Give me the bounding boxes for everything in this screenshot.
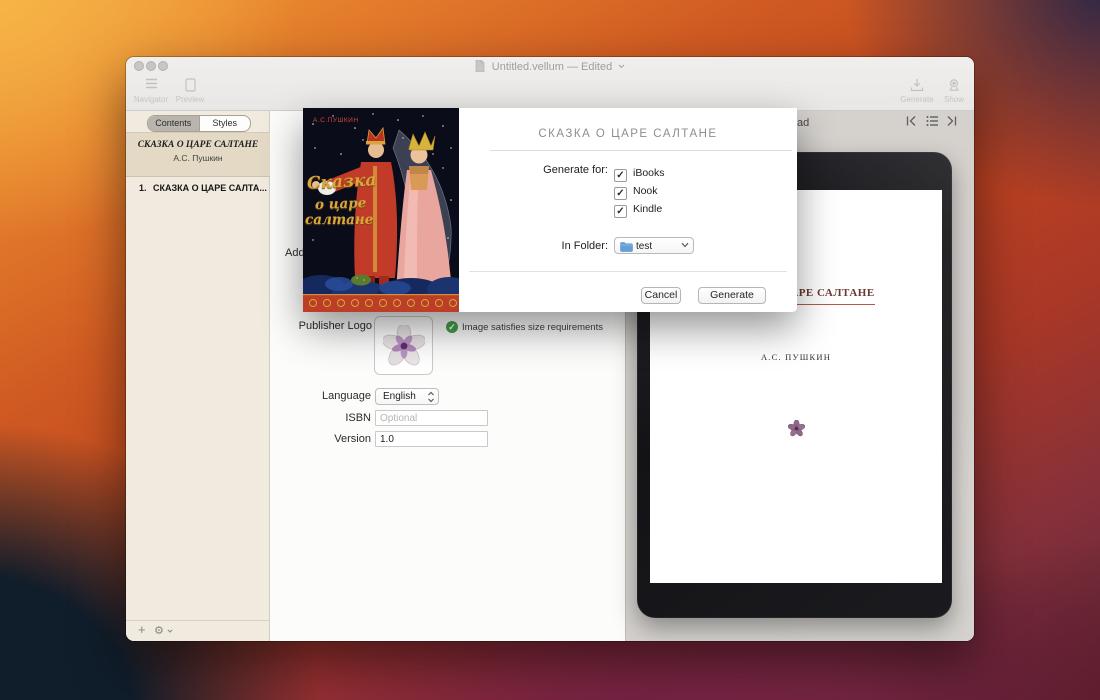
cover-title-line-3: салтане xyxy=(305,214,373,228)
dialog-footer-divider xyxy=(469,271,787,272)
first-page-button[interactable] xyxy=(905,115,922,130)
language-label: Language xyxy=(270,390,371,402)
in-folder-label: In Folder: xyxy=(459,240,608,252)
add-chapter-button[interactable]: + xyxy=(138,622,146,637)
sidebar-chapter-item[interactable]: 1. СКАЗКА О ЦАРЕ САЛТА... xyxy=(126,177,270,199)
cover-title-line-2: о царе xyxy=(315,197,367,212)
kindle-checkbox[interactable]: ✓ xyxy=(614,205,627,218)
window-chrome: Untitled.vellum — Edited Navigator Previ… xyxy=(126,57,974,111)
title-chevron-down-icon[interactable] xyxy=(618,64,625,69)
language-popup[interactable]: English xyxy=(375,388,439,405)
sidebar: Contents Styles СКАЗКА О ЦАРЕ САЛТАНЕ А.… xyxy=(126,111,270,641)
app-window: Untitled.vellum — Edited Navigator Previ… xyxy=(126,57,974,641)
cover-author-text: А.С.ПУШКИН xyxy=(313,117,359,124)
window-edited-status[interactable]: Edited xyxy=(581,61,612,73)
chapter-index: 1. xyxy=(139,183,147,193)
cancel-button[interactable]: Cancel xyxy=(641,287,681,304)
preview-flower-ornament xyxy=(650,420,942,442)
logo-status-text: Image satisfies size requirements xyxy=(462,322,603,333)
preview-page-author: А.С. ПУШКИН xyxy=(650,352,942,362)
generate-for-label: Generate for: xyxy=(459,164,608,176)
checkbox-row-kindle[interactable]: ✓Kindle xyxy=(614,199,662,213)
checkbox-row-nook[interactable]: ✓Nook xyxy=(614,181,658,195)
chapter-title: СКАЗКА О ЦАРЕ САЛТА... xyxy=(153,183,267,193)
table-of-contents-button[interactable] xyxy=(926,115,943,130)
isbn-label: ISBN xyxy=(270,412,371,424)
ibooks-label: iBooks xyxy=(633,167,665,179)
publisher-logo-well[interactable] xyxy=(374,316,433,375)
sidebar-book-header[interactable]: СКАЗКА О ЦАРЕ САЛТАНЕ А.С. Пушкин xyxy=(126,132,270,177)
cover-title-line-1: Сказка xyxy=(307,172,377,193)
show-eye-icon xyxy=(931,78,974,93)
show-toolbar-button[interactable]: Show xyxy=(931,76,974,106)
last-page-button[interactable] xyxy=(946,115,963,130)
sidebar-footer: + ⚙ xyxy=(126,620,270,641)
popup-up-down-chevrons-icon xyxy=(427,391,435,403)
window-title-text: Untitled.vellum xyxy=(492,61,564,73)
sidebar-tab-switcher: Contents Styles xyxy=(147,115,251,132)
tab-contents[interactable]: Contents xyxy=(148,116,199,131)
dialog-form: СКАЗКА О ЦАРЕ САЛТАНЕ Generate for: ✓iBo… xyxy=(459,108,797,312)
language-value: English xyxy=(383,391,416,402)
window-title: Untitled.vellum — Edited xyxy=(126,60,974,75)
folder-icon xyxy=(620,242,633,252)
kindle-label: Kindle xyxy=(633,203,662,215)
preview-button[interactable]: Preview xyxy=(167,76,213,106)
preview-page-icon xyxy=(167,78,213,93)
checkbox-row-ibooks[interactable]: ✓iBooks xyxy=(614,163,665,177)
tab-styles[interactable]: Styles xyxy=(199,116,251,131)
folder-popup[interactable]: test xyxy=(614,237,694,254)
sidebar-book-author: А.С. Пушкин xyxy=(126,153,270,163)
show-button-label: Show xyxy=(931,95,974,104)
sidebar-book-title: СКАЗКА О ЦАРЕ САЛТАНЕ xyxy=(126,140,270,150)
preview-button-label: Preview xyxy=(167,95,213,104)
logo-status-check-icon: ✓ xyxy=(446,321,458,333)
folder-name: test xyxy=(636,239,652,254)
generate-sheet-dialog: А.С.ПУШКИН Сказка о царе салтане СКАЗКА … xyxy=(303,108,797,312)
nook-label: Nook xyxy=(633,185,658,197)
version-input[interactable] xyxy=(375,431,488,447)
gear-icon[interactable]: ⚙ xyxy=(154,624,164,637)
title-dash: — xyxy=(567,61,578,73)
dialog-title: СКАЗКА О ЦАРЕ САЛТАНЕ xyxy=(459,128,797,140)
generate-button[interactable]: Generate xyxy=(698,287,766,304)
version-label: Version xyxy=(270,433,371,445)
document-icon xyxy=(475,60,485,72)
isbn-input[interactable] xyxy=(375,410,488,426)
gear-chevron-down-icon[interactable] xyxy=(167,629,173,633)
folder-chevron-down-icon xyxy=(681,242,689,248)
desktop-wallpaper: Untitled.vellum — Edited Navigator Previ… xyxy=(0,0,1100,700)
dialog-title-divider xyxy=(490,150,792,151)
publisher-logo-flower-image xyxy=(383,325,425,367)
book-cover-thumbnail: А.С.ПУШКИН Сказка о царе салтане xyxy=(303,108,459,312)
device-selector-partial[interactable]: ad xyxy=(797,117,809,129)
publisher-logo-label: Publisher Logo xyxy=(270,320,372,332)
